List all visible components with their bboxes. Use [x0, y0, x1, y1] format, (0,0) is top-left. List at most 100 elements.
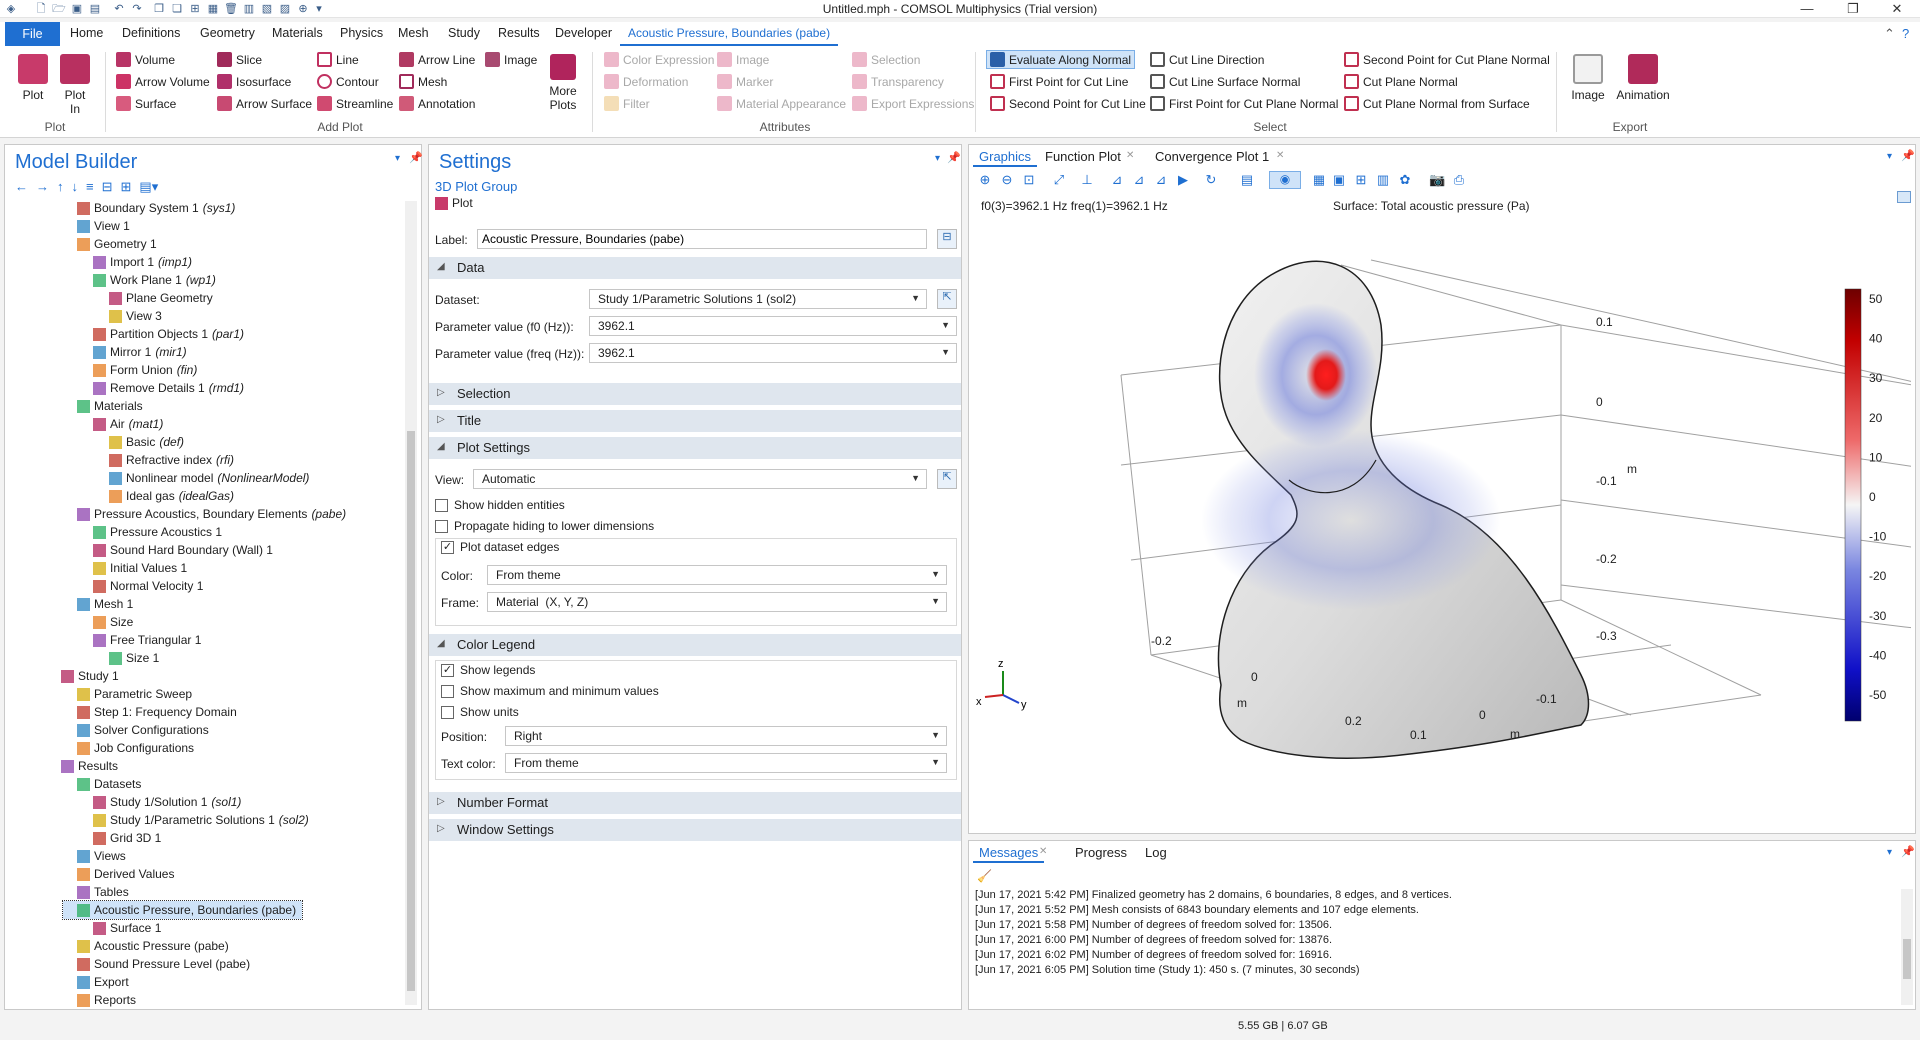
close-tab-icon[interactable]: ✕ [1039, 846, 1047, 857]
tree-item[interactable]: Ideal gas (idealGas) [95, 487, 234, 505]
section-number-format[interactable]: ▷ Number Format [429, 792, 961, 814]
section-data[interactable]: ◢ Data [429, 257, 961, 279]
second-point-cut-plane-normal-button[interactable]: Second Point for Cut Plane Normal [1344, 52, 1550, 67]
isosurface-button[interactable]: Isosurface [217, 74, 291, 89]
tree-item[interactable]: Parametric Sweep [63, 685, 192, 703]
surface-button[interactable]: Surface [116, 96, 176, 111]
close-tab-icon[interactable]: ✕ [1276, 150, 1284, 161]
tab-progress[interactable]: Progress [1069, 843, 1133, 863]
second-point-cut-line-button[interactable]: Second Point for Cut Line [990, 96, 1146, 111]
tree-item[interactable]: Results [47, 757, 118, 775]
maximize-icon[interactable]: ❐ [1830, 0, 1876, 18]
tree-item[interactable]: Free Triangular 1 [79, 631, 201, 649]
wireframe-icon[interactable]: ▦ [1311, 172, 1327, 188]
material-appearance-button[interactable]: Material Appearance [717, 96, 846, 111]
panel-menu-icon[interactable]: ▾ [1887, 151, 1892, 162]
mesh-plot-button[interactable]: Mesh [399, 74, 447, 89]
export-expressions-button[interactable]: Export Expressions [852, 96, 974, 111]
tree-item[interactable]: Size [79, 613, 133, 631]
tree-item[interactable]: Boundary System 1 (sys1) [63, 199, 235, 217]
show-legends-checkbox[interactable]: ✓ Show legends [441, 663, 535, 677]
zoom-box-icon[interactable]: ⊡ [1021, 172, 1037, 188]
camera-icon[interactable]: ▶ [1175, 172, 1191, 188]
go-to-source-icon[interactable]: ⇱ [937, 289, 957, 309]
tab-materials[interactable]: Materials [272, 26, 323, 40]
minimize-icon[interactable]: — [1784, 0, 1830, 18]
tree-item[interactable]: View 1 [63, 217, 130, 235]
volume-button[interactable]: Volume [116, 52, 175, 67]
tab-graphics[interactable]: Graphics [973, 147, 1038, 167]
arrow-line-button[interactable]: Arrow Line [399, 52, 475, 67]
selection-attribute-button[interactable]: Selection [852, 52, 920, 67]
tree-item[interactable]: Remove Details 1 (rmd1) [79, 379, 244, 397]
show-icon[interactable]: ≡ [86, 179, 94, 195]
model-tree-options-icon[interactable]: ▤▾ [139, 179, 158, 195]
help-question-icon[interactable]: ? [1902, 26, 1909, 41]
streamline-button[interactable]: Streamline [317, 96, 393, 111]
plot-edges-checkbox[interactable]: ✓ Plot dataset edges [441, 540, 559, 554]
tree-item[interactable]: Form Union (fin) [79, 361, 197, 379]
tree-item[interactable]: Study 1/Solution 1 (sol1) [79, 793, 241, 811]
tree-item[interactable]: Air (mat1) [79, 415, 163, 433]
pin-icon[interactable]: 📌 [1901, 845, 1915, 858]
tree-item[interactable]: Size 1 [95, 649, 159, 667]
more-plots-button[interactable]: More Plots [545, 54, 581, 112]
image-attribute-button[interactable]: Image [717, 52, 769, 67]
plot-action-button[interactable]: Plot [435, 196, 473, 210]
filter-button[interactable]: Filter [604, 96, 650, 111]
forward-arrow-icon[interactable]: → [36, 179, 49, 195]
select-icon[interactable]: ▤ [1239, 172, 1255, 188]
cut-plane-normal-button[interactable]: Cut Plane Normal [1344, 74, 1458, 89]
pin-icon[interactable]: 📌 [1901, 149, 1915, 162]
tab-geometry[interactable]: Geometry [200, 26, 255, 40]
file-menu[interactable]: File [5, 22, 60, 46]
position-select[interactable]: Right ▼ [505, 726, 947, 746]
messages-scrollbar[interactable] [1901, 889, 1913, 1005]
zoom-in-icon[interactable]: ⊕ [977, 172, 993, 188]
tree-item[interactable]: Nonlinear model (NonlinearModel) [95, 469, 309, 487]
cut-line-direction-button[interactable]: Cut Line Direction [1150, 52, 1264, 67]
panel-menu-icon[interactable]: ▾ [395, 153, 400, 164]
first-point-cut-line-button[interactable]: First Point for Cut Line [990, 74, 1128, 89]
param-f0-select[interactable]: 3962.1 ▼ [589, 316, 957, 336]
first-point-cut-plane-normal-button[interactable]: First Point for Cut Plane Normal [1150, 96, 1338, 111]
tree-item[interactable]: Mirror 1 (mir1) [79, 343, 187, 361]
arrow-volume-button[interactable]: Arrow Volume [116, 74, 210, 89]
tree-item[interactable]: Export [63, 973, 129, 991]
expand-all-icon[interactable]: ⊞ [121, 179, 132, 195]
show-hidden-checkbox[interactable]: Show hidden entities [435, 498, 565, 512]
section-window-settings[interactable]: ▷ Window Settings [429, 819, 961, 841]
view-yz-icon[interactable]: ⊿ [1131, 172, 1147, 188]
arrow-surface-button[interactable]: Arrow Surface [217, 96, 312, 111]
tree-item[interactable]: Views [63, 847, 126, 865]
clear-messages-icon[interactable]: 🧹 [977, 869, 992, 883]
collapse-ribbon-icon[interactable]: ⌃ [1884, 26, 1895, 42]
view-select[interactable]: Automatic ▼ [473, 469, 927, 489]
cut-plane-normal-from-surface-button[interactable]: Cut Plane Normal from Surface [1344, 96, 1530, 111]
marker-button[interactable]: Marker [717, 74, 773, 89]
tree-item[interactable]: Study 1 [47, 667, 119, 685]
transparency-toggle-icon[interactable]: ✿ [1397, 172, 1413, 188]
up-arrow-icon[interactable]: ↑ [57, 179, 64, 195]
dataset-select[interactable]: Study 1/Parametric Solutions 1 (sol2) ▼ [589, 289, 927, 309]
collapse-all-icon[interactable]: ⊟ [102, 179, 113, 195]
plot-button[interactable]: Plot [18, 54, 48, 102]
color-expression-button[interactable]: Color Expression [604, 52, 714, 67]
tree-item[interactable]: Import 1 (imp1) [79, 253, 192, 271]
section-plot-settings[interactable]: ◢ Plot Settings [429, 437, 961, 459]
print-icon[interactable]: ⎙ [1451, 172, 1467, 188]
tab-physics[interactable]: Physics [340, 26, 383, 40]
evaluate-along-normal-button[interactable]: Evaluate Along Normal [986, 50, 1136, 69]
tree-item[interactable]: Pressure Acoustics, Boundary Elements (pa… [63, 505, 346, 523]
propagate-hiding-checkbox[interactable]: Propagate hiding to lower dimensions [435, 519, 654, 533]
export-image-button[interactable]: Image [1568, 54, 1608, 102]
tree-item[interactable]: Solver Configurations [63, 721, 209, 739]
tree-item[interactable]: Grid 3D 1 [79, 829, 161, 847]
close-icon[interactable]: ✕ [1874, 0, 1920, 18]
show-units-checkbox[interactable]: Show units [441, 705, 519, 719]
panel-menu-icon[interactable]: ▾ [1887, 847, 1892, 858]
go-to-view-icon[interactable]: ⇱ [937, 469, 957, 489]
tree-item[interactable]: Refractive index (rfi) [95, 451, 234, 469]
slice-button[interactable]: Slice [217, 52, 262, 67]
legend-toggle-icon[interactable]: ▥ [1375, 172, 1391, 188]
